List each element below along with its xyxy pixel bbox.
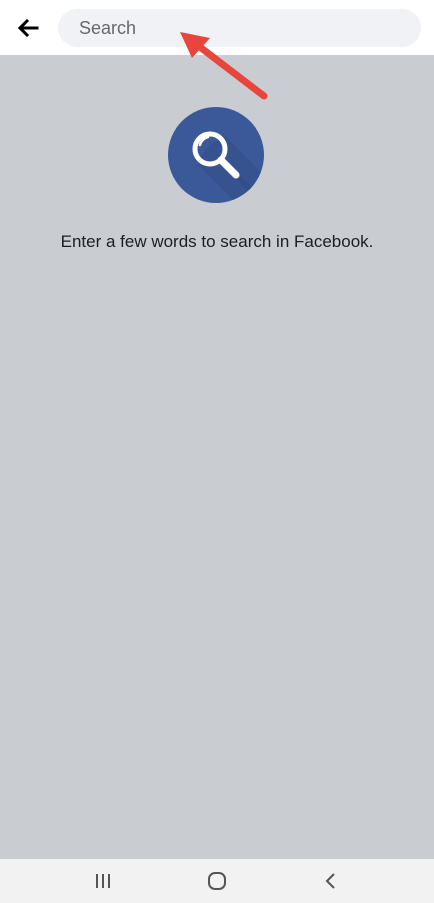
search-empty-state: Enter a few words to search in Facebook. xyxy=(0,55,434,859)
recent-apps-button[interactable] xyxy=(91,869,115,893)
back-icon xyxy=(325,873,335,889)
system-nav-bar xyxy=(0,859,434,903)
home-button[interactable] xyxy=(205,869,229,893)
search-field[interactable] xyxy=(58,9,421,47)
search-input[interactable] xyxy=(58,9,421,47)
empty-state-message: Enter a few words to search in Facebook. xyxy=(60,232,374,251)
home-icon xyxy=(208,872,226,890)
back-button[interactable] xyxy=(12,12,44,44)
system-back-button[interactable] xyxy=(319,869,343,893)
recent-apps-icon xyxy=(96,874,110,888)
arrow-left-icon xyxy=(17,19,39,37)
top-bar xyxy=(0,0,434,55)
magnifier-icon xyxy=(168,107,264,203)
